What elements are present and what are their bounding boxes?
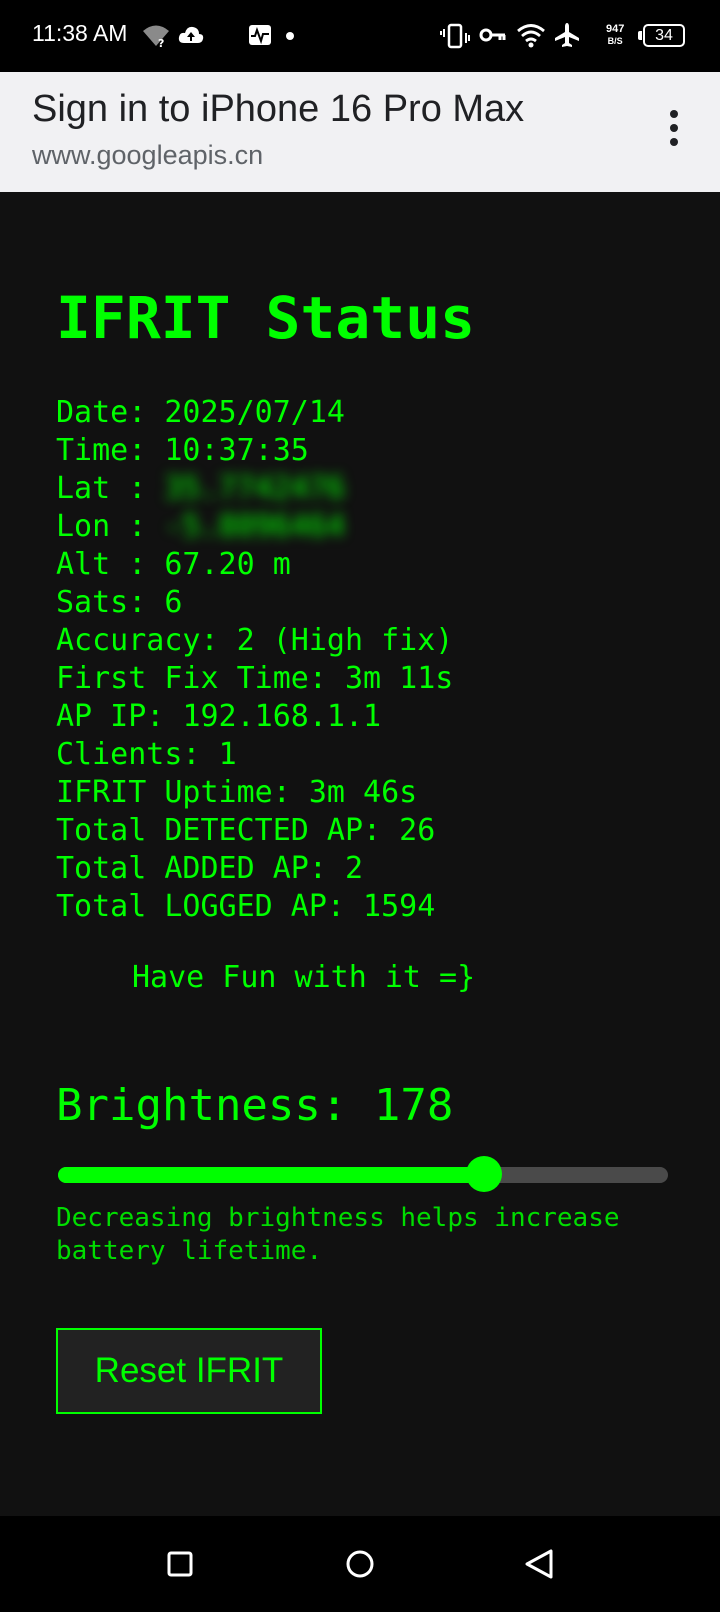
slider-thumb[interactable] [465,1156,502,1192]
wifi-question-icon: ? [143,25,169,48]
battery-level: 34 [655,27,673,44]
stat-clients: Clients: 1 [56,737,237,772]
vibrate-icon [440,23,470,49]
airplane-icon [555,23,579,47]
battery-nub [638,31,642,40]
lat-value-blurred: 35.7742476 [164,471,345,506]
vpn-key-icon [479,28,506,42]
lon-value-blurred: -5.8096464 [164,509,345,544]
page-tab-title: Sign in to iPhone 16 Pro Max [32,88,525,130]
page-title: IFRIT Status [56,284,476,352]
stat-logged-ap: Total LOGGED AP: 1594 [56,889,436,924]
stat-added-ap: Total ADDED AP: 2 [56,851,364,886]
stat-sats: Sats: 6 [56,585,183,620]
recents-square-icon[interactable] [156,1540,204,1588]
brightness-label: Brightness: 178 [56,1080,454,1131]
battery-icon: 34 [643,24,685,47]
slider-fill [58,1167,484,1183]
cloud-upload-icon [178,26,204,43]
stat-lon: Lon : -5.8096464 [56,509,345,544]
stat-uptime: IFRIT Uptime: 3m 46s [56,775,418,810]
stat-detected-ap: Total DETECTED AP: 26 [56,813,436,848]
stat-time: Time: 10:37:35 [56,433,309,468]
stat-first-fix: First Fix Time: 3m 11s [56,661,454,696]
stat-lat: Lat : 35.7742476 [56,471,345,506]
status-time: 11:38 AM [32,20,128,46]
brightness-hint: Decreasing brightness helps increase bat… [56,1203,620,1266]
home-circle-icon[interactable] [336,1540,384,1588]
browser-header: Sign in to iPhone 16 Pro Max www.googlea… [0,72,720,192]
navigation-bar [0,1516,720,1612]
status-bar: 11:38 AM ? 947 B/S 34 [0,0,720,72]
net-speed: 947 B/S [606,23,625,46]
stat-alt: Alt : 67.20 m [56,547,291,582]
status-page: IFRIT Status Date: 2025/07/14 Time: 10:3… [0,192,720,1516]
back-triangle-icon[interactable] [516,1540,564,1588]
reset-ifrit-button[interactable]: Reset IFRIT [56,1328,322,1414]
fun-message: Have Fun with it =} [132,960,476,995]
wifi-icon [517,24,545,48]
url-text[interactable]: www.googleapis.cn [32,140,263,171]
brightness-value: 178 [373,1080,454,1131]
stat-ap-ip: AP IP: 192.168.1.1 [56,699,382,734]
stat-accuracy: Accuracy: 2 (High fix) [56,623,454,658]
stat-date: Date: 2025/07/14 [56,395,345,430]
dot-icon [286,32,294,40]
svg-text:?: ? [158,37,164,48]
activity-icon [249,25,271,45]
stats-list: Date: 2025/07/14 Time: 10:37:35 Lat : 35… [56,394,453,926]
more-vert-icon[interactable] [663,110,687,150]
brightness-slider[interactable] [58,1156,668,1192]
